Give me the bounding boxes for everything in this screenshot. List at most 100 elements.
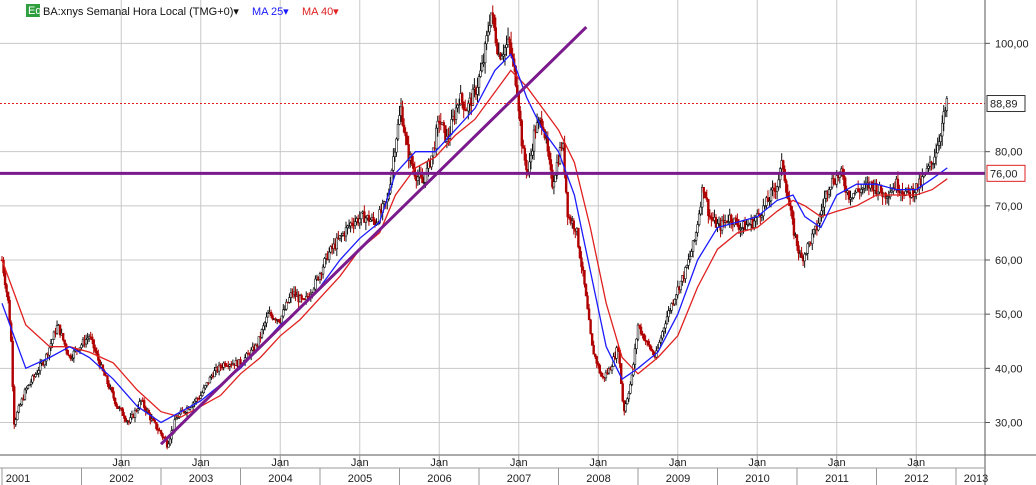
candle-body [269, 312, 273, 316]
candle-body [39, 363, 42, 371]
candle-body [398, 115, 401, 125]
candle-body [580, 257, 583, 268]
candle-body [688, 256, 692, 260]
candle-body [797, 245, 800, 254]
candle-body [505, 44, 508, 48]
candle-body [353, 221, 357, 227]
candle-body [564, 174, 568, 193]
candle-body [271, 315, 274, 320]
candle-body [638, 324, 641, 328]
candle-body [529, 154, 533, 163]
x-year-label: 2002 [109, 473, 133, 485]
candle-body [300, 295, 303, 299]
candle-body [528, 161, 531, 173]
candle-body [595, 356, 598, 364]
candle-body [789, 205, 793, 211]
candle-body [395, 138, 398, 153]
candle-body [593, 353, 597, 357]
candle-body [775, 186, 779, 192]
x-year-label: 2011 [825, 473, 849, 485]
candle-body [412, 163, 415, 169]
x-year-label: 2007 [507, 473, 531, 485]
candle-body [167, 443, 170, 448]
x-month-label: Jan [112, 457, 130, 469]
ma25-selector[interactable]: MA 25▾ [252, 6, 289, 18]
candle-body [827, 189, 831, 195]
candle-body [941, 122, 944, 137]
candle-body [142, 400, 146, 408]
candle-body [112, 391, 115, 399]
candle-body [667, 310, 670, 318]
candle-body [578, 246, 582, 259]
candle-body [936, 145, 939, 154]
candle-body [61, 332, 65, 341]
candle-body [519, 110, 522, 122]
price-chart[interactable]: 30,00 40,00 50,00 60,00 70,00 80,00 100,00 Jan… [0, 0, 1036, 485]
symbol-selector[interactable]: BA:xnys Semanal Hora Local (TMG+0)▾ [43, 6, 239, 18]
candle-body [939, 135, 942, 142]
candle-body [263, 322, 267, 327]
candle-body [66, 349, 69, 356]
candle-body [265, 316, 268, 324]
candle-body [159, 430, 163, 434]
candle-body [921, 176, 924, 186]
candle-body [17, 405, 21, 413]
candle-body [11, 340, 14, 387]
candle-body [659, 337, 663, 343]
y-tick-label: 30,00 [995, 418, 1023, 430]
support-price-tag-label: 76,00 [990, 168, 1018, 180]
candle-body [224, 362, 227, 367]
candle-body [525, 159, 528, 171]
candle-body [684, 267, 687, 279]
x-year-label: 2003 [189, 473, 213, 485]
x-month-label: Jan [271, 457, 289, 469]
candle-body [852, 193, 855, 198]
candle-body [123, 415, 126, 419]
x-year-label: 2009 [666, 473, 690, 485]
candle-body [699, 206, 702, 215]
candle-body [600, 372, 603, 377]
candle-body [450, 119, 453, 135]
candle-body [483, 43, 487, 64]
candle-body [664, 323, 667, 329]
candle-body [785, 180, 788, 193]
candle-body [37, 370, 40, 374]
candle-body [396, 124, 400, 140]
candle-body [642, 333, 646, 341]
candle-body [697, 213, 701, 225]
candle-body [421, 176, 424, 184]
y-tick-label: 100,00 [995, 38, 1029, 50]
x-year-label: 2005 [348, 473, 372, 485]
candle-body [358, 218, 361, 224]
candle-body [405, 135, 409, 145]
candle-body [777, 179, 780, 188]
candle-body [95, 350, 98, 355]
candle-body [63, 339, 66, 345]
candle-body [323, 258, 326, 268]
candle-body [934, 152, 938, 158]
ma40-selector[interactable]: MA 40▾ [302, 6, 339, 18]
x-year-label: 2013 [964, 473, 988, 485]
candle-body [517, 93, 520, 112]
candle-body [503, 47, 507, 55]
x-month-label: Jan [510, 457, 528, 469]
candle-body [260, 329, 264, 338]
candle-body [523, 148, 527, 161]
candle-body [161, 433, 164, 438]
candle-body [124, 418, 128, 422]
candle-body [820, 210, 823, 215]
candle-body [480, 63, 484, 72]
candle-body [772, 187, 776, 191]
candle-body [508, 38, 511, 44]
candle-body [629, 384, 632, 394]
candle-body [933, 156, 936, 164]
candle-body [16, 411, 19, 420]
candle-body [467, 102, 470, 112]
candle-body [679, 280, 683, 291]
candle-body [5, 284, 8, 293]
candle-body [277, 319, 280, 322]
x-year-label: 2006 [427, 473, 451, 485]
candle-body [552, 181, 556, 188]
candle-body [690, 251, 693, 257]
candle-body [531, 150, 534, 156]
